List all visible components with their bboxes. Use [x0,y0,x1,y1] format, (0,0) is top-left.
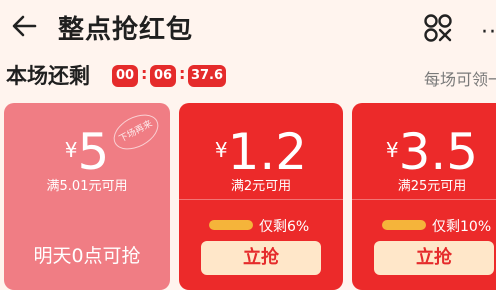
back-arrow-icon[interactable] [10,12,38,40]
coupon-amount: ¥1.2 [179,123,343,181]
countdown-minutes: 06 [150,65,176,87]
countdown-row: 本场还剩 00 : 06 : 37.6 每场可领一 [0,58,496,94]
currency-symbol: ¥ [214,138,228,162]
grab-button[interactable]: 立抢 [201,241,321,275]
coupon-condition: 满25元可用 [397,179,467,194]
grab-button[interactable]: 立抢 [374,241,494,275]
more-options-icon[interactable]: ·· [481,20,496,45]
coupon-amount: ¥3.5 [352,123,496,181]
coupon-condition: 满5.01元可用 [46,179,128,194]
coupon-amount: ¥5 [4,123,170,181]
page-title: 整点抢红包 [58,15,194,45]
available-tomorrow-text: 明天0点可抢 [33,245,141,267]
coupon-card: 下场再来 ¥5 满5.01元可用 明天0点可抢 [4,103,170,290]
coupon-divider [179,199,343,200]
coupon-card: ¥3.5 满25元可用 仅剩10% 立抢 [352,103,496,290]
coupon-value: 5 [77,123,110,181]
share-knot-icon[interactable] [423,13,453,43]
countdown-separator: : [141,64,148,83]
coupon-card: ¥1.2 满2元可用 仅剩6% 立抢 [179,103,343,290]
countdown-hours: 00 [112,65,138,87]
coupon-condition: 满2元可用 [230,179,292,194]
coupon-value: 1.2 [227,123,308,181]
coupon-divider [352,199,496,200]
currency-symbol: ¥ [385,138,399,162]
stock-remaining-text: 仅剩6% [259,219,310,235]
stock-progress-bar [209,220,253,230]
countdown-seconds: 37.6 [188,65,226,87]
stock-remaining-text: 仅剩10% [432,219,492,235]
currency-symbol: ¥ [64,138,78,162]
countdown-label: 本场还剩 [6,64,90,88]
stock-progress-bar [382,220,426,230]
claim-limit-notice: 每场可领一 [424,70,496,89]
countdown-separator: : [179,64,186,83]
header-bar: 整点抢红包 ·· [0,0,496,52]
coupon-value: 3.5 [398,123,479,181]
